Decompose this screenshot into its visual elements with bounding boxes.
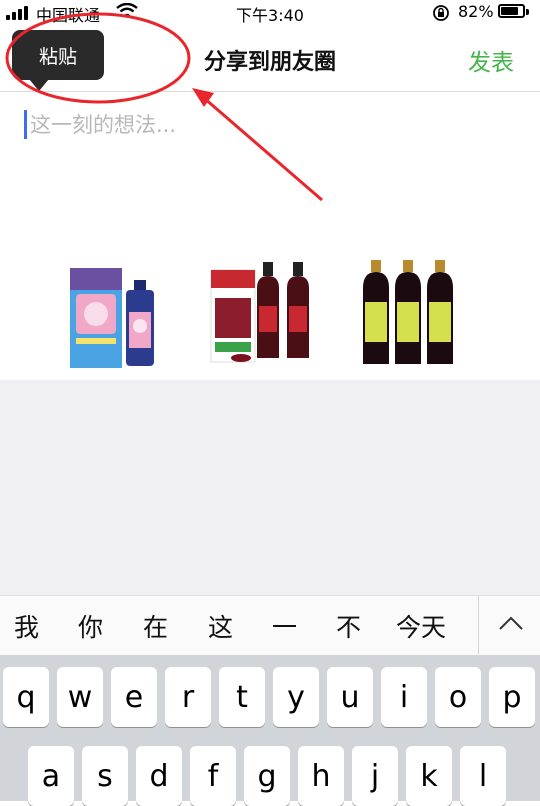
key-a[interactable]: a	[28, 746, 74, 806]
key-y[interactable]: y	[273, 667, 319, 727]
key-h[interactable]: h	[298, 746, 344, 806]
candidate-word[interactable]: 我	[14, 608, 39, 644]
key-i[interactable]: i	[381, 667, 427, 727]
content-background	[0, 380, 540, 595]
key-f[interactable]: f	[190, 746, 236, 806]
paste-menu-tail	[29, 79, 49, 91]
key-w[interactable]: w	[57, 667, 103, 727]
candidate-word[interactable]: 不	[336, 608, 361, 644]
candidate-word[interactable]: 今天	[396, 608, 446, 644]
post-button[interactable]: 发表	[468, 43, 514, 77]
candidate-word[interactable]: 你	[78, 608, 103, 644]
key-d[interactable]: d	[136, 746, 182, 806]
key-j[interactable]: j	[352, 746, 398, 806]
key-q[interactable]: q	[3, 667, 49, 727]
battery-cap	[526, 9, 529, 15]
key-e[interactable]: e	[111, 667, 157, 727]
status-bar: 中国联通 下午3:40 82%	[0, 0, 540, 26]
product-image-floradix[interactable]	[205, 258, 325, 374]
battery-icon	[498, 4, 525, 18]
candidate-word[interactable]: 这	[208, 608, 233, 644]
chevron-up-icon[interactable]	[498, 614, 524, 636]
orientation-lock-icon	[432, 4, 450, 26]
key-t[interactable]: t	[219, 667, 265, 727]
key-g[interactable]: g	[244, 746, 290, 806]
key-p[interactable]: p	[489, 667, 535, 727]
product-image-baby-dha[interactable]	[62, 258, 182, 374]
key-r[interactable]: r	[165, 667, 211, 727]
thought-input[interactable]	[24, 108, 520, 142]
key-u[interactable]: u	[327, 667, 373, 727]
key-s[interactable]: s	[82, 746, 128, 806]
key-k[interactable]: k	[406, 746, 452, 806]
product-image-tonic-bottles[interactable]	[355, 258, 475, 374]
paste-menu-button[interactable]: 粘贴	[12, 30, 104, 80]
key-o[interactable]: o	[435, 667, 481, 727]
candidate-word[interactable]: 一	[272, 608, 297, 644]
candidate-word[interactable]: 在	[143, 608, 168, 644]
candidate-divider	[478, 596, 479, 654]
key-l[interactable]: l	[460, 746, 506, 806]
battery-percentage: 82%	[458, 2, 494, 21]
